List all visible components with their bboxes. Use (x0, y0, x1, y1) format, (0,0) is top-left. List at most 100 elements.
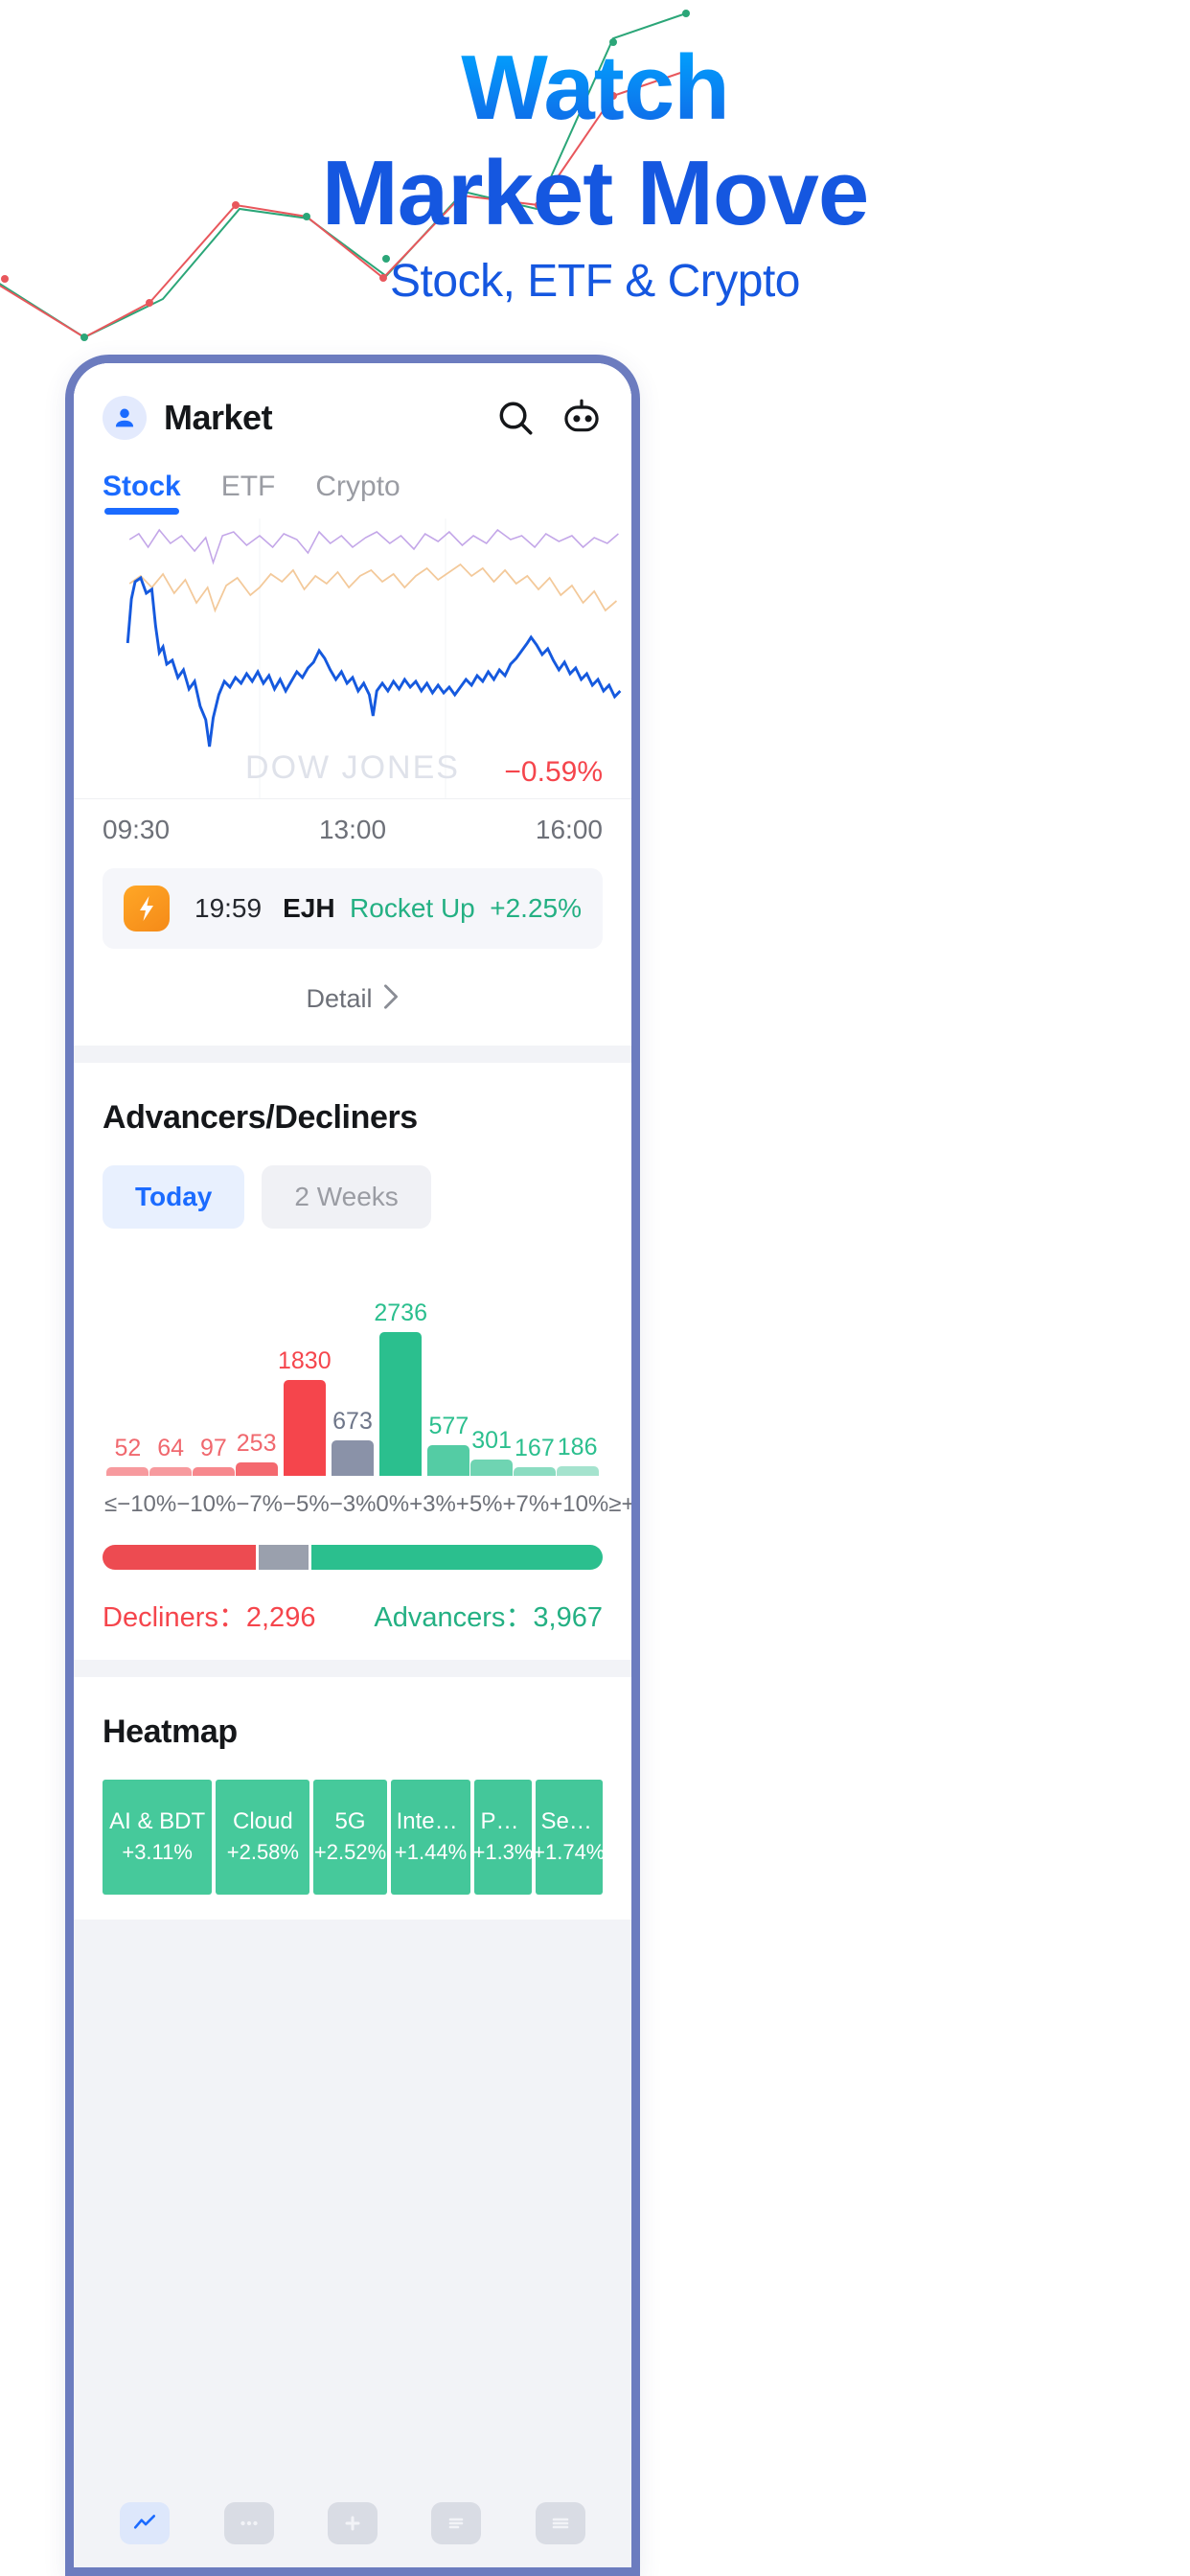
bar-column: 673 (332, 1275, 375, 1476)
bar-value-label: 673 (332, 1408, 373, 1435)
bar-column: 301 (470, 1275, 514, 1476)
app-screen: Market Stock ETF Crypto DOW JONES −0.59%… (74, 363, 631, 2567)
bar-column: 577 (427, 1275, 470, 1476)
heatmap-tile[interactable]: Interac... +1.44% (390, 1780, 471, 1895)
heatmap-tile-pct: +1.44% (394, 1840, 468, 1865)
bar-value-label: 253 (236, 1430, 277, 1457)
bar (556, 1466, 599, 1476)
market-tabs: Stock ETF Crypto (74, 455, 631, 515)
heatmap-tile-name: Pha... (480, 1808, 531, 1834)
market-card: Market Stock ETF Crypto DOW JONES −0.59%… (74, 363, 631, 1046)
heatmap-title: Heatmap (103, 1714, 238, 1750)
rocket-up-row[interactable]: 19:59 EJH Rocket Up +2.25% (103, 868, 603, 949)
hero-title: Watch Market Move (322, 42, 869, 240)
search-icon[interactable] (495, 398, 536, 438)
nav-list[interactable] (431, 2502, 482, 2544)
time-mid: 13:00 (318, 815, 387, 844)
robot-icon[interactable] (561, 397, 603, 439)
bar-category-label: +5% (455, 1491, 503, 1517)
bar-column: 97 (192, 1275, 236, 1476)
rocket-symbol: EJH (283, 893, 335, 923)
bar-column: 253 (235, 1275, 278, 1476)
heatmap-tile[interactable]: Pha... +1.3% (474, 1780, 532, 1895)
index-chart[interactable]: DOW JONES −0.59% (74, 518, 631, 798)
section-divider-2 (74, 1660, 631, 1677)
bar (149, 1467, 193, 1476)
list-icon (431, 2502, 482, 2544)
advancers-title: Advancers/Decliners (103, 1099, 418, 1136)
chart-icon (120, 2502, 171, 2544)
tab-stock[interactable]: Stock (103, 471, 181, 515)
heatmap-tile-name: Cloud (233, 1808, 293, 1834)
heatmap-tile[interactable]: 5G +2.52% (313, 1780, 387, 1895)
page-title: Market (164, 398, 273, 437)
distribution-x-axis: ≤−10%−10%−7%−5%−3%0%+3%+5%+7%+10%≥+10% (103, 1491, 631, 1518)
bar (470, 1460, 514, 1476)
bar-value-label: 1830 (278, 1347, 332, 1374)
bar-value-label: 186 (557, 1434, 598, 1460)
range-today[interactable]: Today (103, 1165, 245, 1229)
index-change-pct: −0.59% (504, 756, 603, 788)
index-time-axis: 09:30 13:00 16:00 (74, 798, 631, 855)
time-open: 09:30 (103, 815, 171, 844)
app-header: Market (74, 363, 631, 455)
bar-value-label: 64 (157, 1435, 185, 1461)
nav-more[interactable] (223, 2502, 274, 2544)
heatmap-tile-name: AI & BDT (109, 1808, 206, 1834)
heatmap-tile-name: Semic... (540, 1808, 603, 1834)
heatmap-tile[interactable]: Semic... +1.74% (535, 1780, 603, 1895)
hero-title-line2: Market Move (321, 142, 869, 244)
detail-label: Detail (306, 984, 373, 1013)
rocket-change: +2.25% (490, 893, 582, 923)
hero-subtitle: Stock, ETF & Crypto (390, 256, 800, 307)
heatmap-tile-pct: +2.52% (313, 1840, 387, 1865)
bar-value-label: 577 (428, 1413, 469, 1439)
page-root: Watch Market Move Stock, ETF & Crypto Ma… (0, 0, 1190, 2576)
bar-value-label: 2736 (374, 1300, 427, 1326)
section-divider (74, 1046, 631, 1063)
totals-row: Decliners：2,296 Advancers：3,967 (103, 1595, 603, 1635)
nav-add[interactable] (327, 2502, 378, 2544)
bar-value-label: 167 (515, 1435, 555, 1461)
rocket-time: 19:59 (195, 893, 263, 923)
heatmap-tile-pct: +3.11% (122, 1840, 193, 1865)
bar-category-label: ≥+10% (608, 1491, 631, 1517)
bar-value-label: 52 (114, 1435, 142, 1461)
bar-category-label: −10% (176, 1491, 237, 1517)
heatmap-tile-name: 5G (334, 1808, 366, 1834)
bar-value-label: 97 (199, 1435, 227, 1461)
heatmap-section: Heatmap AI & BDT +3.11% Cloud +2.58% 5G +2.52… (74, 1677, 631, 1920)
range-toggle: Today 2 Weeks (103, 1165, 603, 1229)
advancers-decliners-section: Advancers/Decliners Today 2 Weeks 52 64 97… (74, 1063, 631, 1660)
decliners-total: Decliners：2,296 (103, 1602, 316, 1633)
bar-category-label: +10% (549, 1491, 609, 1517)
bar-category-label: −3% (329, 1491, 377, 1517)
nav-market[interactable] (120, 2502, 171, 2544)
range-2weeks[interactable]: 2 Weeks (262, 1165, 431, 1229)
bar-column: 2736 (374, 1275, 427, 1476)
bar (513, 1467, 556, 1476)
person-icon[interactable] (103, 396, 147, 440)
heatmap-tile[interactable]: Cloud +2.58% (216, 1780, 310, 1895)
tab-crypto[interactable]: Crypto (315, 471, 400, 515)
ratio-segment-decliners (103, 1545, 256, 1570)
ratio-segment-advancers (310, 1545, 603, 1570)
hero-heading: Watch Market Move Stock, ETF & Crypto (0, 42, 1190, 308)
nav-menu[interactable] (535, 2502, 585, 2544)
bar (332, 1440, 374, 1476)
bar (235, 1462, 278, 1476)
bar-column: 1830 (278, 1275, 332, 1476)
bar (427, 1445, 470, 1476)
bar-value-label: 301 (471, 1427, 512, 1454)
bar-category-label: ≤−10% (104, 1491, 177, 1517)
bar-category-label: −5% (283, 1491, 330, 1517)
tab-etf[interactable]: ETF (221, 471, 276, 515)
heatmap-grid[interactable]: AI & BDT +3.11% Cloud +2.58% 5G +2.52% Interac… (103, 1780, 603, 1895)
chevron-right-icon (382, 983, 400, 1015)
detail-link[interactable]: Detail (74, 949, 631, 1046)
distribution-bar-chart: 52 64 97 253 1830 673 2736 577 301 167 186 (103, 1275, 603, 1476)
phone-mockup: Market Stock ETF Crypto DOW JONES −0.59%… (65, 355, 640, 2576)
bottom-nav (74, 2479, 631, 2567)
bar-category-label: +7% (502, 1491, 550, 1517)
heatmap-tile[interactable]: AI & BDT +3.11% (103, 1780, 213, 1895)
